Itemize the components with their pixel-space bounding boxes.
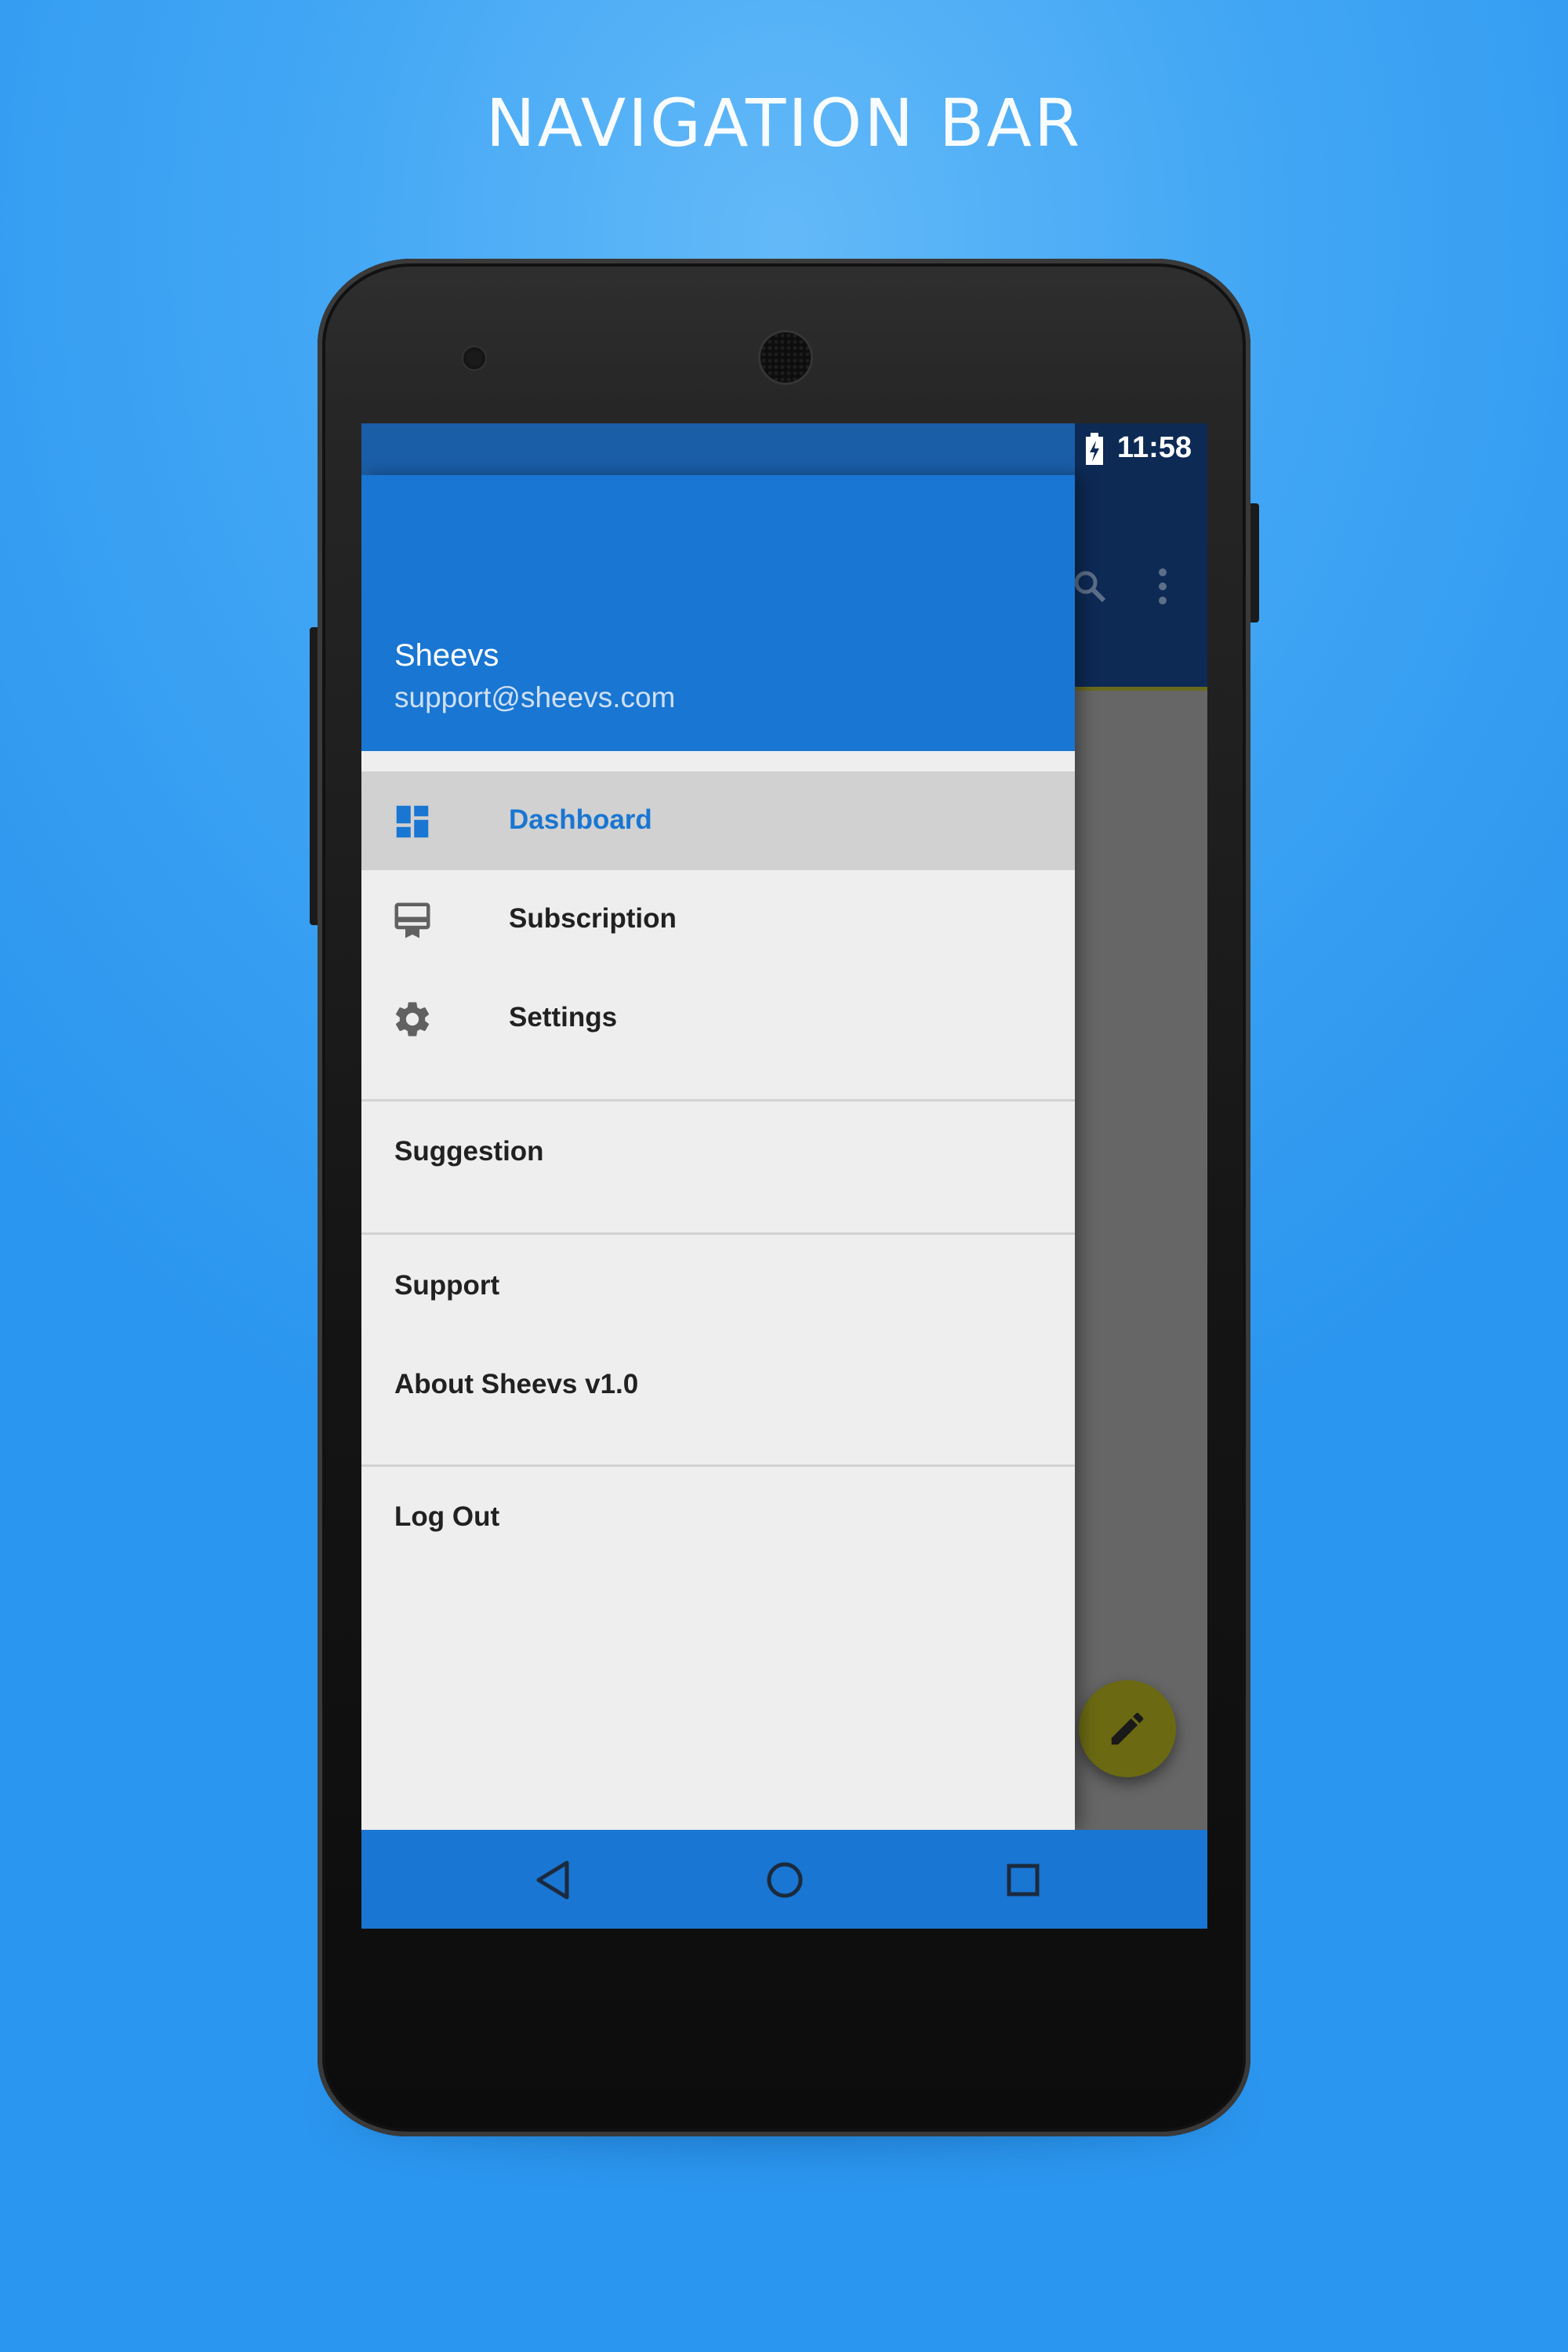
nav-item-label: Dashboard [509,804,652,835]
home-circle-icon[interactable] [760,1855,810,1905]
menu-item-support[interactable]: Support [394,1270,499,1301]
nav-item-dashboard[interactable]: Dashboard [361,771,1075,870]
divider [361,1465,1075,1467]
system-navigation-bar [361,1830,1207,1929]
navigation-drawer: Sheevs support@sheevs.com Dashboard Subs… [361,475,1075,1830]
phone-screen: 3G 11:58 Sheevs support@sheevs.c [361,423,1207,1929]
drawer-header: Sheevs support@sheevs.com [361,475,1075,751]
nav-item-label: Settings [509,1002,618,1033]
dashboard-icon [396,805,429,838]
menu-item-about[interactable]: About Sheevs v1.0 [394,1369,638,1400]
page-title: NAVIGATION BAR [485,85,1083,162]
divider [361,1099,1075,1102]
battery-icon [1086,433,1103,465]
user-name: Sheevs [394,638,499,673]
drawer-status-overlay [361,423,1075,475]
nav-item-subscription[interactable]: Subscription [361,870,1075,969]
back-triangle-icon[interactable] [528,1855,578,1905]
user-email: support@sheevs.com [394,681,676,713]
status-time: 11:58 [1116,431,1192,464]
nav-item-settings[interactable]: Settings [361,969,1075,1068]
divider [361,1232,1075,1235]
menu-item-logout[interactable]: Log Out [394,1501,499,1533]
nav-item-label: Subscription [509,903,677,934]
floating-action-button[interactable] [1079,1680,1176,1777]
pencil-icon [1111,1712,1144,1745]
card-membership-icon [394,902,430,938]
recents-square-icon[interactable] [998,1855,1048,1905]
front-camera [462,346,487,371]
search-icon[interactable] [1071,568,1109,605]
earpiece-speaker [758,330,813,385]
more-vert-icon[interactable] [1155,563,1171,610]
gear-icon [395,1002,430,1036]
menu-item-suggestion[interactable]: Suggestion [394,1136,544,1167]
